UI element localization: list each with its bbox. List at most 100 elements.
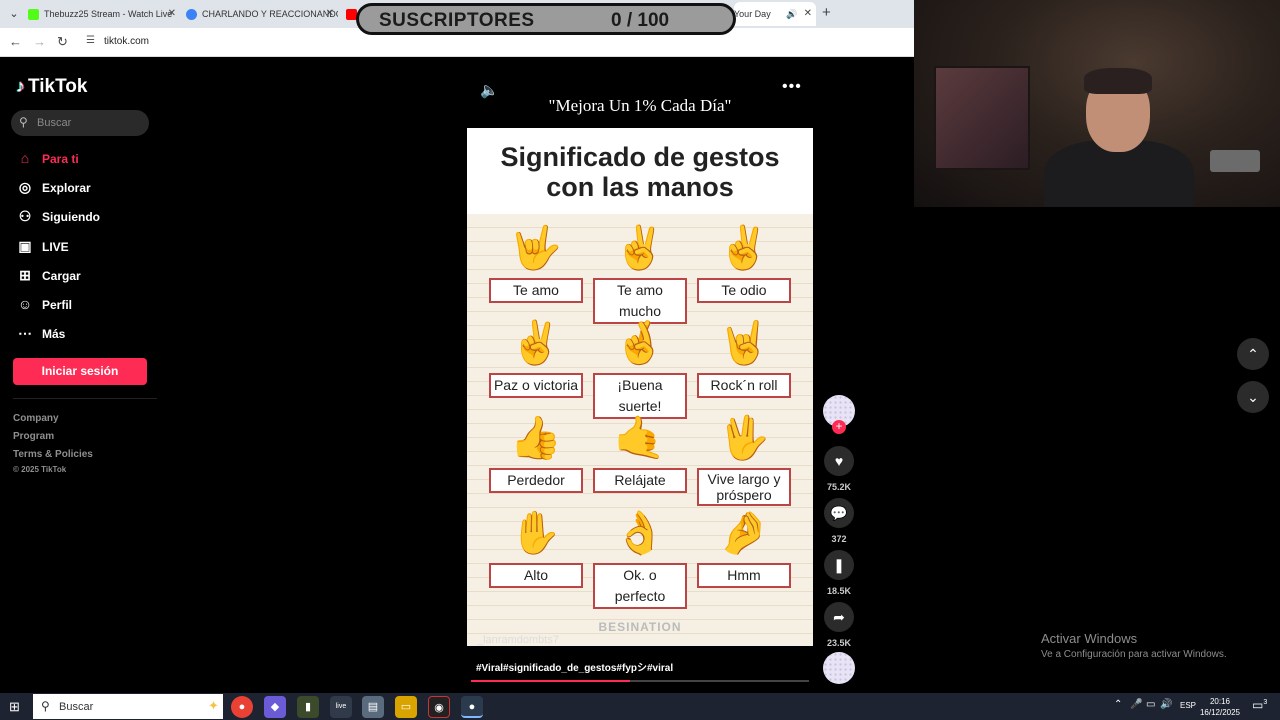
follow-plus-icon[interactable]: + xyxy=(832,420,846,434)
subscriber-goal-overlay: SUSCRIPTORES 0 / 100 xyxy=(356,3,736,35)
hand-gesture-icon: 🖖 xyxy=(717,414,771,461)
copilot-sparkle-icon: ✦ xyxy=(208,698,219,713)
network-icon[interactable]: ▭ xyxy=(1146,699,1155,710)
copilot-app-icon[interactable]: ◆ xyxy=(264,696,286,718)
file-explorer-icon[interactable]: ▭ xyxy=(395,696,417,718)
previous-video-button[interactable]: ⌃ xyxy=(1237,338,1269,370)
hand-gesture-icon: 🤙 xyxy=(613,414,667,461)
chrome-app-icon[interactable]: ● xyxy=(231,696,253,718)
following-icon: ⚇ xyxy=(18,208,32,224)
forward-icon[interactable]: → xyxy=(33,34,46,49)
upload-icon: ⊞ xyxy=(19,267,31,283)
video-progress-bar[interactable] xyxy=(471,680,809,682)
share-arrow-icon: ➦ xyxy=(833,609,845,625)
webcam-person-hair xyxy=(1084,68,1152,94)
hand-gesture-icon: 🤟 xyxy=(509,224,563,271)
hand-gesture-icon: ✋ xyxy=(509,509,563,556)
nav-item-cargar[interactable]: ⊞ Cargar xyxy=(16,267,81,287)
sidebar-divider xyxy=(13,398,157,399)
site-favicon-icon xyxy=(186,9,197,21)
streaming-app-icon[interactable]: ▮ xyxy=(297,696,319,718)
footer-link-terms[interactable]: Terms & Policies xyxy=(13,449,93,460)
tab-search-icon[interactable]: ⌄ xyxy=(4,4,24,24)
browser-tab[interactable]: CHARLANDO Y REACCIONANDO ✕ xyxy=(186,2,338,26)
more-dots-icon: ⋯ xyxy=(18,325,32,341)
hand-gesture-icon: ✌ xyxy=(509,319,563,366)
login-button[interactable]: Iniciar sesión xyxy=(13,358,147,385)
chrome-active-app-icon[interactable]: ● xyxy=(461,696,483,718)
save-button[interactable]: ❚ xyxy=(824,550,854,580)
gesture-item: 🤟 Te amo xyxy=(489,222,583,303)
home-icon: ⌂ xyxy=(20,150,30,166)
webcam-wall-poster xyxy=(934,66,1030,170)
search-icon: ⚲ xyxy=(41,699,50,713)
search-input[interactable]: ⚲ Buscar xyxy=(11,110,149,136)
audio-playing-icon[interactable]: 🔊 xyxy=(786,2,797,26)
site-info-icon[interactable]: ☰ xyxy=(86,35,95,46)
notification-icon[interactable]: ▭3 xyxy=(1252,698,1267,712)
close-tab-icon[interactable]: ✕ xyxy=(804,2,812,26)
new-tab-icon[interactable]: + xyxy=(822,4,831,21)
video-title: Significado de gestos con las manos xyxy=(500,142,780,202)
notepad-app-icon[interactable]: ▤ xyxy=(362,696,384,718)
hand-gesture-icon: 👌 xyxy=(613,509,667,556)
video-player[interactable]: Significado de gestos con las manos 🤟 Te… xyxy=(467,128,813,646)
tiktok-logo[interactable]: ♪ TikTok xyxy=(16,76,87,98)
footer-link-company[interactable]: Company xyxy=(13,413,59,424)
nav-item-siguiendo[interactable]: ⚇ Siguiendo xyxy=(16,208,100,228)
footer-link-program[interactable]: Program xyxy=(13,431,54,442)
tiktok-note-icon: ♪ xyxy=(16,76,25,96)
like-count: 75.2K xyxy=(826,482,852,492)
hand-gesture-icon: ✌ xyxy=(717,224,771,271)
hand-gesture-icon: ✌ xyxy=(613,224,667,271)
like-button[interactable]: ♥ xyxy=(824,446,854,476)
nav-item-explorar[interactable]: ◎ Explorar xyxy=(16,179,91,199)
share-button[interactable]: ➦ xyxy=(824,602,854,632)
back-icon[interactable]: ← xyxy=(9,34,22,49)
volume-tray-icon[interactable]: 🔊 xyxy=(1160,699,1172,710)
language-indicator[interactable]: ESP xyxy=(1180,701,1196,710)
windows-start-icon[interactable]: ⊞ xyxy=(9,699,20,715)
hand-gesture-icon: 🤘 xyxy=(717,319,771,366)
save-count: 18.5K xyxy=(826,586,852,596)
video-watermark: BESINATION xyxy=(598,620,682,634)
nav-item-perfil[interactable]: ☺ Perfil xyxy=(16,296,72,316)
kick-favicon-icon xyxy=(28,9,39,21)
hand-gesture-icon: 🤌 xyxy=(717,509,771,556)
nav-item-mas[interactable]: ⋯ Más xyxy=(16,325,65,345)
live-app-icon[interactable]: live xyxy=(330,696,352,718)
browser-tab[interactable]: Thebuzz25 Stream - Watch Live ✕ xyxy=(28,2,180,26)
nav-item-live[interactable]: ▣ LIVE xyxy=(16,238,68,258)
gesture-chart: 🤟 Te amo ✌ Te amo mucho ✌ Te odio ✌ Paz … xyxy=(467,214,813,646)
gesture-item: ✋ Alto xyxy=(489,507,583,588)
hand-gesture-icon: 🤞 xyxy=(613,319,667,366)
more-options-icon[interactable]: ••• xyxy=(782,78,802,96)
nav-item-para-ti[interactable]: ⌂ Para ti xyxy=(16,150,79,170)
webcam-mic-arm xyxy=(1210,150,1260,172)
url-field[interactable]: tiktok.com xyxy=(104,36,149,47)
video-hashtags[interactable]: #Viral#significado_de_gestos#fypシ#viral xyxy=(476,659,673,674)
browser-tab-active[interactable]: Your Day 🔊 ✕ xyxy=(734,2,816,26)
tray-chevron-icon[interactable]: ⌃ xyxy=(1114,699,1122,710)
gesture-item: 👍 Perdedor xyxy=(489,412,583,493)
taskbar-search-input[interactable]: ⚲ Buscar ✦ xyxy=(33,694,223,719)
taskbar-clock[interactable]: 20:16 16/12/2025 xyxy=(1198,696,1242,718)
next-video-button[interactable]: ⌄ xyxy=(1237,381,1269,413)
comment-button[interactable]: 💬 xyxy=(824,498,854,528)
heart-icon: ♥ xyxy=(834,453,844,469)
reload-icon[interactable]: ↻ xyxy=(57,34,68,50)
webcam-overlay xyxy=(914,0,1280,207)
profile-icon: ☺ xyxy=(17,296,33,312)
close-tab-icon[interactable]: ✕ xyxy=(168,2,176,26)
comment-count: 372 xyxy=(831,534,847,544)
sound-disc-avatar[interactable] xyxy=(823,652,855,684)
microphone-icon[interactable]: 🎤 xyxy=(1130,699,1142,710)
taskbar: ⊞ ⚲ Buscar ✦ ● ◆ ▮ live ▤ ▭ ◉ ● ⌃ 🎤 ▭ 🔊 … xyxy=(0,693,1280,720)
gesture-item: ✌ Te odio xyxy=(697,222,791,303)
obs-app-icon[interactable]: ◉ xyxy=(428,696,450,718)
video-top-caption: "Mejora Un 1% Cada Día" xyxy=(548,96,732,115)
comment-icon: 💬 xyxy=(830,505,848,521)
close-tab-icon[interactable]: ✕ xyxy=(326,2,334,26)
search-icon: ⚲ xyxy=(19,115,28,129)
subs-count: 0 / 100 xyxy=(611,10,670,31)
